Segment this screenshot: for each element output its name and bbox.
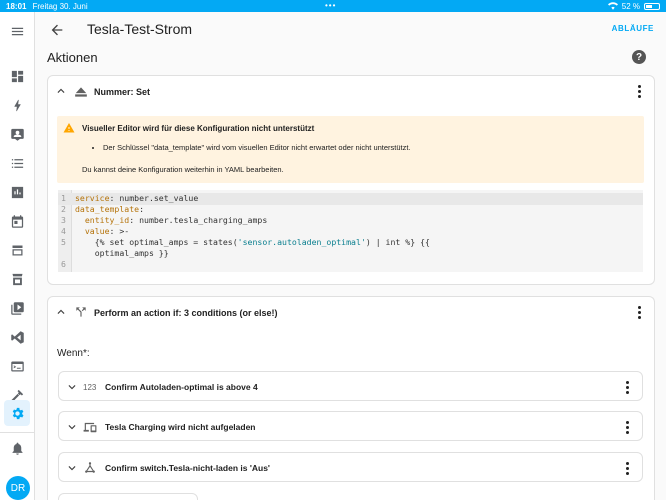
settings-icon[interactable]: [4, 400, 30, 426]
code-text: entity_id: number.tesla_charging_amps: [84, 215, 268, 225]
line-number: 6: [61, 259, 66, 269]
code-line: 6: [58, 259, 643, 271]
line-number: 4: [61, 226, 66, 236]
condition-title: Perform an action if: 3 conditions (or e…: [94, 308, 278, 318]
section-title: Aktionen: [47, 50, 98, 65]
logbook-icon[interactable]: [4, 150, 30, 176]
ablaufe-button[interactable]: ABLÄUFE: [612, 24, 654, 33]
video-icon[interactable]: [4, 295, 30, 321]
code-text: value: >-: [84, 226, 130, 236]
chevron-up-icon[interactable]: [54, 305, 68, 319]
warning-subtext: Du kannst deine Konfiguration weiterhin …: [82, 165, 284, 174]
notifications-icon[interactable]: [4, 435, 30, 461]
devices-icon: [83, 420, 98, 434]
condition-row[interactable]: Confirm switch.Tesla-nicht-laden is 'Aus…: [58, 452, 643, 482]
battery-icon: [644, 2, 660, 10]
terminal-icon[interactable]: [4, 353, 30, 379]
chevron-down-icon[interactable]: [65, 461, 79, 475]
code-text: service: number.set_value: [75, 193, 199, 203]
avatar[interactable]: DR: [6, 476, 30, 500]
condition-row-menu-icon[interactable]: [622, 461, 632, 475]
action-title: Nummer: Set: [94, 87, 151, 97]
warning-title: Visueller Editor wird für diese Konfigur…: [82, 124, 315, 133]
chevron-up-icon[interactable]: [54, 84, 68, 98]
vscode-icon[interactable]: [4, 324, 30, 350]
help-icon[interactable]: ?: [632, 50, 646, 64]
state-icon: [83, 461, 98, 475]
condition-label: Confirm Autoladen-optimal is above 4: [105, 382, 258, 392]
hacs-icon[interactable]: [4, 266, 30, 292]
energy-icon[interactable]: [4, 92, 30, 118]
page-title: Tesla-Test-Strom: [87, 21, 193, 37]
code-text: {% set optimal_amps = states('sensor.aut…: [75, 237, 430, 247]
number-set-icon: [74, 85, 88, 97]
warning-alert: Visueller Editor wird für diese Konfigur…: [57, 116, 644, 183]
choose-icon: [74, 305, 88, 319]
add-condition-button[interactable]: [58, 493, 198, 500]
chevron-down-icon[interactable]: [65, 420, 79, 434]
line-number: 3: [61, 215, 66, 225]
code-text: optimal_amps }}: [75, 248, 169, 258]
status-time: 18:01: [6, 1, 27, 11]
numeric-icon: 123: [83, 382, 97, 392]
action-menu-icon[interactable]: [634, 84, 644, 98]
warning-bullet: Der Schlüssel "data_template" wird vom v…: [103, 143, 411, 152]
yaml-code-editor[interactable]: 1 service: number.set_value 2 data_template…: [58, 190, 643, 272]
line-number: 1: [61, 193, 66, 203]
sidebar: DR: [0, 12, 35, 500]
multitask-dots-icon[interactable]: •••: [325, 1, 336, 10]
dashboard-icon[interactable]: [4, 63, 30, 89]
chevron-down-icon[interactable]: [65, 380, 79, 394]
line-number: 2: [61, 204, 66, 214]
top-app-bar: Tesla-Test-Strom ABLÄUFE: [35, 12, 666, 48]
wifi-icon: [607, 2, 618, 10]
condition-row-menu-icon[interactable]: [622, 380, 632, 394]
wenn-label: Wenn*:: [57, 348, 90, 359]
map-icon[interactable]: [4, 121, 30, 147]
media-icon[interactable]: [4, 237, 30, 263]
condition-label: Tesla Charging wird nicht aufgeladen: [105, 422, 256, 432]
calendar-icon[interactable]: [4, 208, 30, 234]
condition-row-menu-icon[interactable]: [622, 420, 632, 434]
code-text: data_template:: [75, 204, 145, 214]
sidebar-divider: [0, 432, 35, 433]
battery-percent: 52 %: [621, 1, 640, 11]
menu-icon[interactable]: [4, 18, 30, 44]
condition-row[interactable]: 123 Confirm Autoladen-optimal is above 4: [58, 371, 643, 401]
status-date: Freitag 30. Juni: [32, 1, 88, 11]
back-arrow-icon[interactable]: [47, 20, 67, 40]
line-number: 5: [61, 237, 66, 247]
ios-status-bar: 18:01 Freitag 30. Juni ••• 52 %: [0, 0, 666, 12]
condition-menu-icon[interactable]: [634, 305, 644, 319]
history-icon[interactable]: [4, 179, 30, 205]
condition-row[interactable]: Tesla Charging wird nicht aufgeladen: [58, 411, 643, 441]
condition-label: Confirm switch.Tesla-nicht-laden is 'Aus…: [105, 463, 270, 473]
warning-icon: [63, 123, 75, 133]
